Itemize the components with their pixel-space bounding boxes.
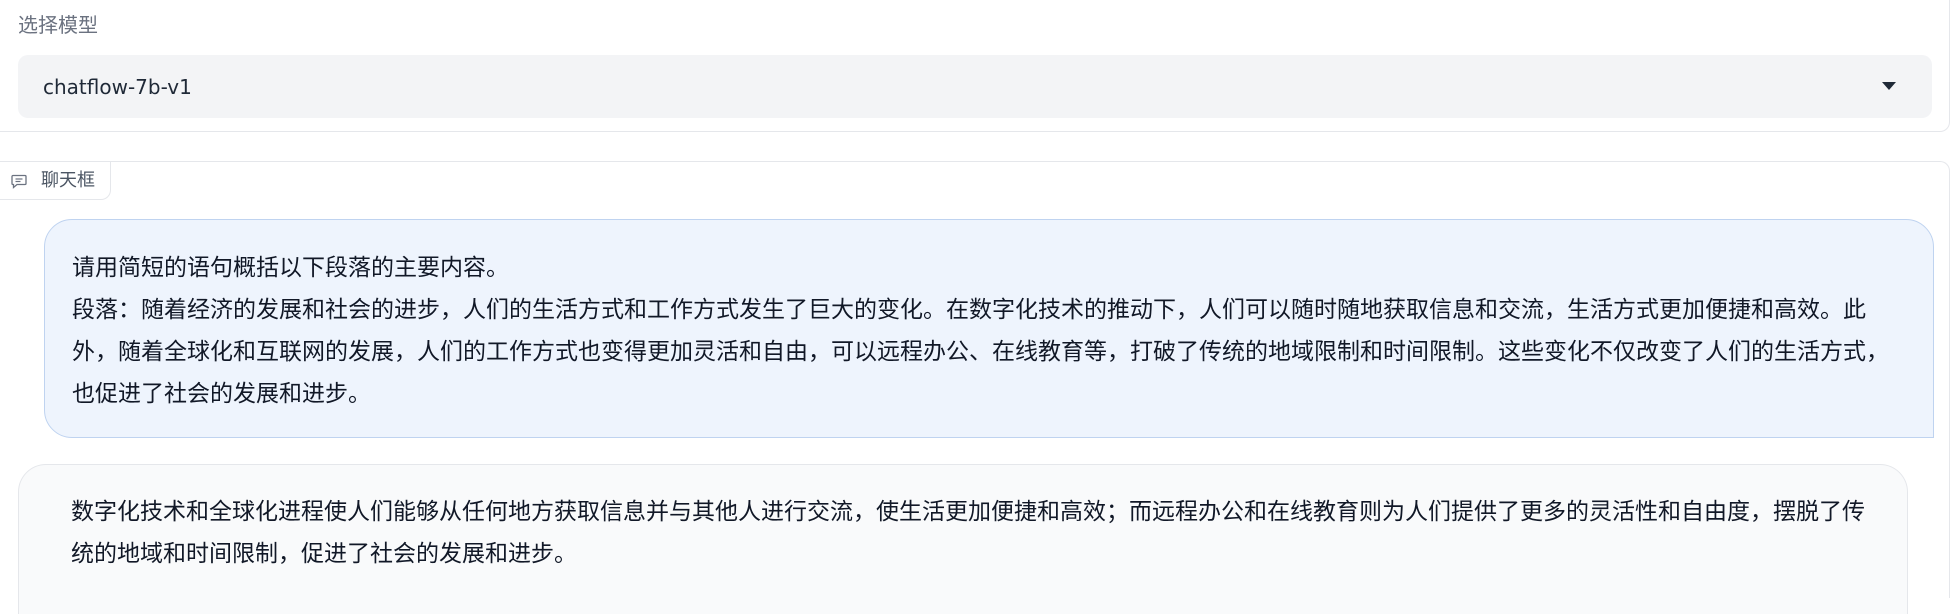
chatbot-panel: 聊天框 请用简短的语句概括以下段落的主要内容。 段落：随着经济的发展和社会的进步…: [0, 161, 1950, 614]
model-selector-label: 选择模型: [18, 13, 98, 37]
message-line: 请用简短的语句概括以下段落的主要内容。: [72, 255, 509, 281]
assistant-message: 数字化技术和全球化进程使人们能够从任何地方获取信息并与其他人进行交流，使生活更加…: [18, 464, 1908, 614]
caret-down-icon[interactable]: [1882, 82, 1896, 90]
chat-bubble-icon: [11, 174, 27, 189]
message-line: 数字化技术和全球化进程使人们能够从任何地方获取信息并与其他人进行交流，使生活更加…: [71, 499, 1865, 567]
chatbot-label-tag: 聊天框: [0, 161, 111, 200]
model-dropdown[interactable]: chatflow-7b-v1: [18, 55, 1932, 118]
chatbot-label: 聊天框: [41, 170, 95, 191]
model-selector-panel: 选择模型 chatflow-7b-v1: [0, 0, 1950, 132]
message-line: 段落：随着经济的发展和社会的进步，人们的生活方式和工作方式发生了巨大的变化。在数…: [72, 297, 1889, 407]
model-dropdown-value: chatflow-7b-v1: [43, 75, 192, 99]
user-message: 请用简短的语句概括以下段落的主要内容。 段落：随着经济的发展和社会的进步，人们的…: [44, 219, 1934, 438]
